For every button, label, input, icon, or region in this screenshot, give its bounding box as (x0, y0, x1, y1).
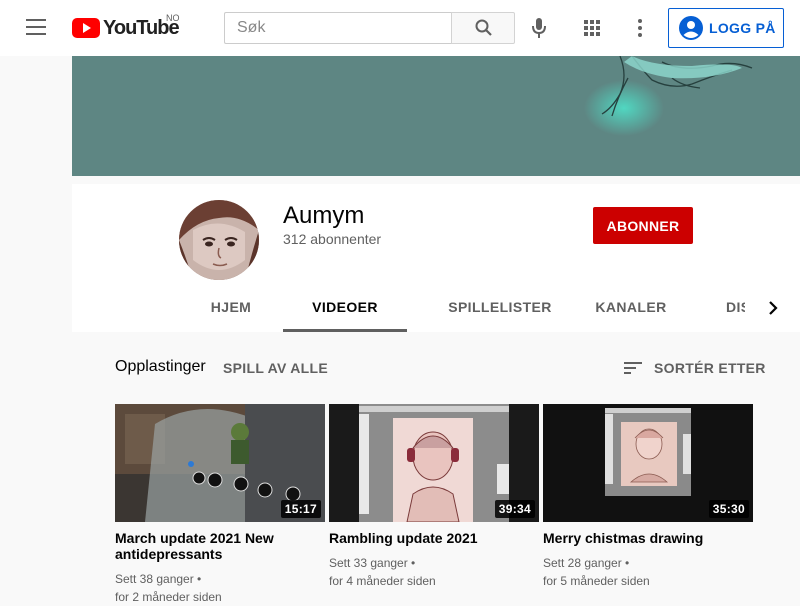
tab-channels[interactable]: KANALER (582, 284, 680, 332)
mic-icon (532, 18, 546, 38)
channel-banner (72, 56, 800, 176)
search-button[interactable] (451, 12, 515, 44)
sign-in-button[interactable]: LOGG PÅ (668, 8, 784, 48)
video-thumbnail[interactable]: 39:34 (329, 404, 539, 522)
tab-playlists[interactable]: SPILLELISTER (426, 284, 574, 332)
search-input[interactable] (225, 13, 451, 43)
video-card[interactable]: 39:34 Rambling update 2021 Sett 33 gange… (329, 404, 539, 590)
video-views: Sett 33 ganger • (329, 556, 416, 570)
shelf-title: Opplastinger (115, 358, 206, 375)
more-vert-icon (638, 19, 642, 37)
banner-art (584, 56, 753, 136)
video-meta: Sett 38 ganger • for 2 måneder siden (115, 570, 325, 606)
apps-button[interactable] (576, 12, 608, 44)
sort-label: SORTÉR ETTER (654, 360, 766, 376)
subscriber-count: 312 abonnenter (283, 231, 382, 247)
sort-button[interactable]: SORTÉR ETTER (620, 356, 766, 380)
video-card[interactable]: 35:30 Merry chistmas drawing Sett 28 gan… (543, 404, 753, 590)
avatar-portrait (179, 200, 259, 280)
play-all-button[interactable]: SPILL AV ALLE (223, 360, 328, 376)
sign-in-label: LOGG PÅ (709, 20, 776, 36)
menu-icon (26, 19, 46, 21)
settings-button[interactable] (624, 12, 656, 44)
voice-search-button[interactable] (523, 12, 555, 44)
video-title[interactable]: March update 2021 New antidepressants (115, 530, 325, 562)
video-meta: Sett 33 ganger • for 4 måneder siden (329, 554, 539, 590)
video-card[interactable]: 15:17 March update 2021 New antidepressa… (115, 404, 325, 606)
youtube-logo[interactable]: YouTube (72, 16, 180, 40)
video-views: Sett 38 ganger • (115, 572, 202, 586)
youtube-play-icon (72, 18, 100, 38)
video-thumbnail[interactable]: 15:17 (115, 404, 325, 522)
search-icon (475, 19, 492, 36)
video-age: for 2 måneder siden (115, 590, 222, 604)
video-duration: 15:17 (280, 500, 321, 518)
tab-videos[interactable]: VIDEOER (283, 284, 407, 332)
video-age: for 4 måneder siden (329, 574, 436, 588)
video-title[interactable]: Merry chistmas drawing (543, 530, 753, 546)
tab-home[interactable]: HJEM (178, 284, 284, 332)
chevron-right-icon (768, 301, 778, 315)
channel-avatar[interactable] (179, 200, 259, 280)
subscribe-button[interactable]: ABONNER (593, 207, 693, 244)
video-age: for 5 måneder siden (543, 574, 650, 588)
channel-tabs: HJEM VIDEOER SPILLELISTER KANALER DISKUS… (72, 284, 800, 332)
tabs-scroll-right-button[interactable] (745, 284, 800, 332)
sort-icon (624, 362, 642, 374)
video-meta: Sett 28 ganger • for 5 måneder siden (543, 554, 753, 590)
menu-button[interactable] (16, 16, 56, 40)
apps-icon (584, 20, 600, 36)
video-duration: 35:30 (708, 500, 749, 518)
account-icon (679, 16, 703, 40)
search-box (224, 12, 451, 44)
country-code: NO (166, 13, 180, 23)
video-views: Sett 28 ganger • (543, 556, 630, 570)
video-thumbnail[interactable]: 35:30 (543, 404, 753, 522)
video-title[interactable]: Rambling update 2021 (329, 530, 539, 546)
video-duration: 39:34 (494, 500, 535, 518)
channel-name: Aumym (283, 202, 365, 229)
